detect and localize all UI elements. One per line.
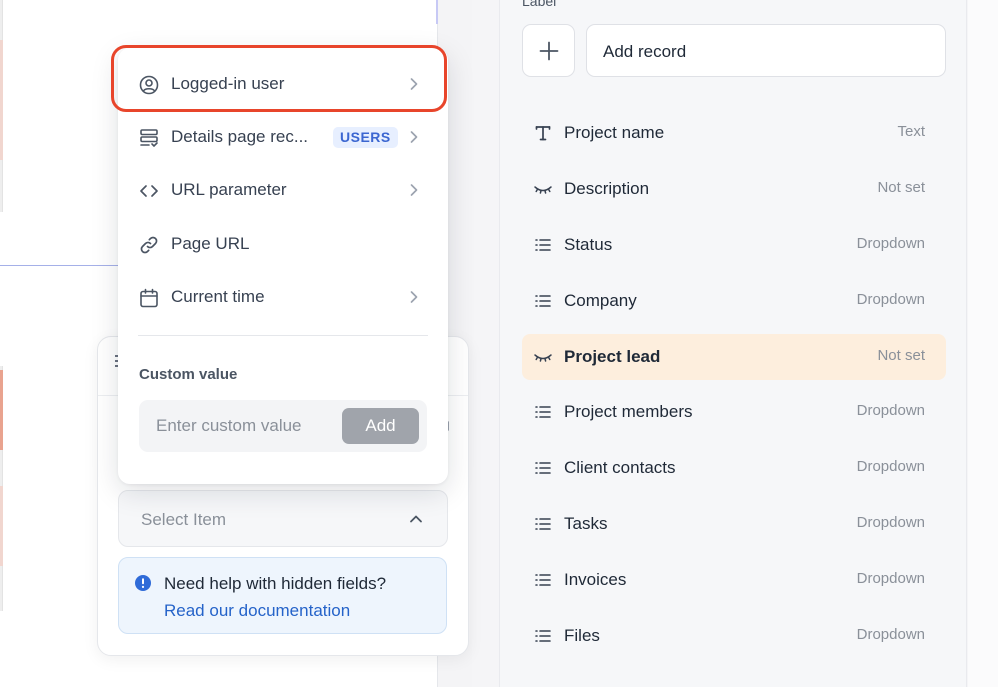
list-icon [533,570,553,590]
field-row[interactable]: Invoices Dropdown [522,557,946,603]
chevron-right-icon [410,131,418,143]
custom-value-title: Custom value [139,366,238,383]
field-row[interactable]: Client contacts Dropdown [522,445,946,491]
canvas-card-edge [0,0,3,212]
chevron-right-icon [410,291,418,303]
option-logged-in-user[interactable]: Logged-in user [118,64,448,104]
option-label: URL parameter [171,180,287,199]
popover-divider [138,335,428,336]
canvas-guide-vertical [436,0,438,24]
list-icon [533,402,553,422]
field-row[interactable]: Files Dropdown [522,613,946,659]
field-name: Status [564,235,613,254]
help-text: Need help with hidden fields? [164,574,387,593]
option-label: Page URL [171,234,250,253]
field-name: Client contacts [564,458,676,477]
user-circle-icon [139,75,159,95]
field-name: Invoices [564,570,627,589]
option-details-page-record[interactable]: Details page rec... USERS [118,117,448,157]
value-source-popover: Logged-in user Details page rec... USERS… [118,48,448,484]
documentation-link[interactable]: Read our documentation [164,601,350,621]
field-type: Text [897,123,925,140]
text-type-icon [533,123,553,143]
option-page-url[interactable]: Page URL [118,224,448,264]
field-type: Dropdown [856,458,925,475]
hidden-eye-icon [533,179,553,199]
list-icon [533,291,553,311]
chevron-right-icon [410,184,418,196]
field-type: Dropdown [856,235,925,252]
list-icon [533,235,553,255]
option-label: Details page rec... [171,127,309,146]
canvas-card-edge [0,366,3,611]
add-record-button[interactable]: Add record [586,24,946,77]
canvas-guide-horizontal [0,265,120,266]
field-row[interactable]: Status Dropdown [522,222,946,268]
field-row[interactable]: Description Not set [522,166,946,212]
field-name: Description [564,179,650,198]
field-type: Dropdown [856,626,925,643]
field-row[interactable]: Project members Dropdown [522,389,946,435]
option-label: Current time [171,287,265,306]
select-placeholder: Select Item [141,510,227,529]
hidden-eye-icon [533,347,553,367]
field-type: Not set [877,347,925,364]
field-row[interactable]: Project lead Not set [522,334,946,380]
list-icon [533,626,553,646]
plus-icon [539,41,559,61]
link-icon [140,236,158,254]
field-type: Dropdown [856,514,925,531]
field-type: Dropdown [856,291,925,308]
field-name: Company [564,291,637,310]
chevron-right-icon [410,78,418,90]
select-item-dropdown[interactable]: Select Item [118,490,448,547]
record-list-icon [140,129,158,148]
code-brackets-icon [140,185,158,197]
field-name: Project members [564,402,693,421]
add-field-button[interactable] [522,24,575,77]
section-label: Label [522,0,557,9]
field-row[interactable]: Project name Text [522,110,946,156]
chevron-up-icon [410,515,422,523]
add-record-label: Add record [603,42,687,61]
list-icon [533,458,553,478]
option-label: Logged-in user [171,74,285,93]
help-callout: Need help with hidden fields? Read our d… [118,557,447,634]
field-row[interactable]: Tasks Dropdown [522,501,946,547]
option-url-parameter[interactable]: URL parameter [118,170,448,210]
field-name: Files [564,626,600,645]
field-type: Not set [877,179,925,196]
right-edge-strip [968,0,998,687]
field-type: Dropdown [856,570,925,587]
info-alert-icon [135,575,151,591]
field-name: Tasks [564,514,608,533]
add-custom-value-button[interactable]: Add [342,408,419,444]
field-name: Project lead [564,347,661,366]
users-badge: USERS [333,127,398,148]
field-row[interactable]: Company Dropdown [522,278,946,324]
list-icon [533,514,553,534]
field-type: Dropdown [856,402,925,419]
option-current-time[interactable]: Current time [118,277,448,317]
field-name: Project name [564,123,665,142]
calendar-icon [140,288,158,308]
